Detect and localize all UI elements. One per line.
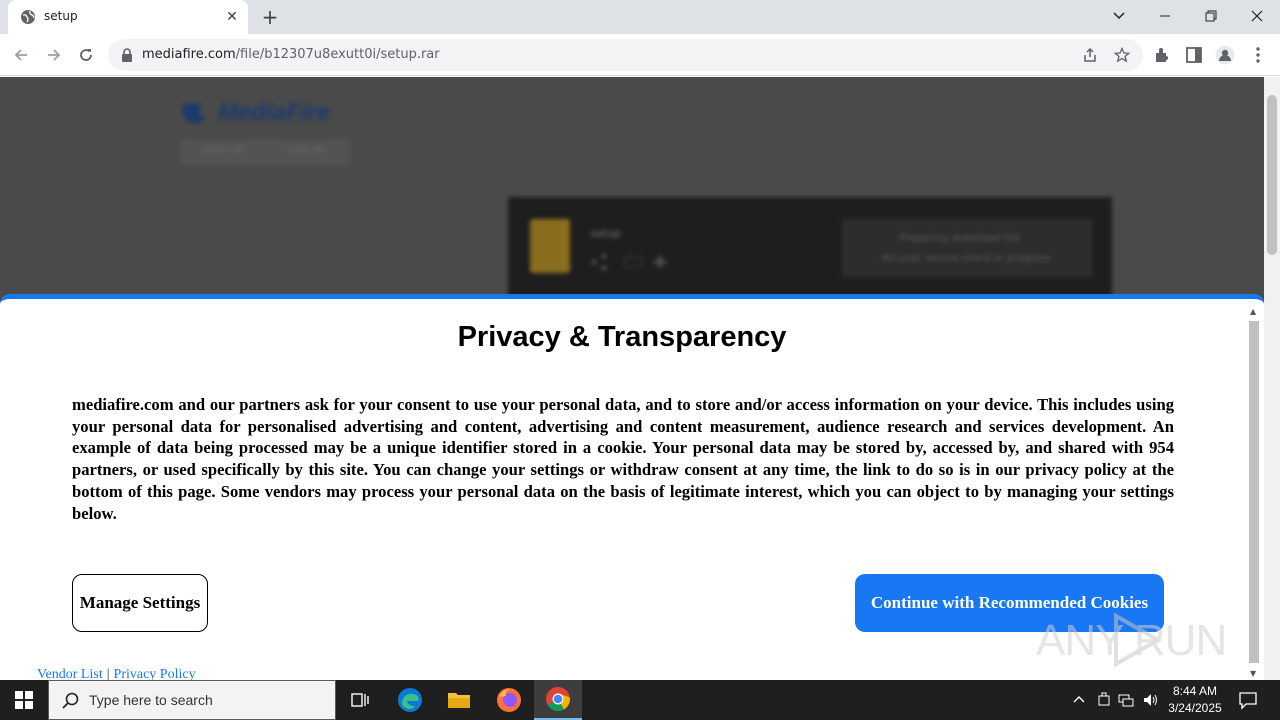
anyrun-watermark: ANY RUN <box>1036 608 1236 672</box>
manage-settings-button[interactable]: Manage Settings <box>72 574 208 632</box>
tab-strip: setup ✕ + <box>0 0 1280 34</box>
restore-button[interactable] <box>1197 4 1225 28</box>
search-icon <box>62 692 79 709</box>
firefox-app[interactable] <box>485 680 533 720</box>
restore-icon <box>1205 10 1217 22</box>
usb-device-icon[interactable] <box>1096 692 1112 708</box>
scroll-up-icon[interactable]: ▲ <box>1250 307 1256 316</box>
privacy-policy-link[interactable]: Privacy Policy <box>114 667 196 680</box>
chevron-up-icon[interactable] <box>1071 692 1087 708</box>
file-action-icons <box>591 253 666 271</box>
link-separator: | <box>106 667 110 680</box>
lock-icon[interactable] <box>120 47 134 63</box>
kebab-menu-icon[interactable] <box>1248 45 1268 65</box>
star-icon[interactable] <box>1114 47 1130 63</box>
search-placeholder: Type here to search <box>89 692 213 708</box>
task-view-button[interactable] <box>336 680 384 720</box>
close-window-button[interactable] <box>1243 4 1271 28</box>
mediafire-nav: SIGN UP LOG IN <box>180 139 350 165</box>
download-line-1: Preparing download link <box>900 233 1021 244</box>
url-host: mediafire.com <box>142 47 236 62</box>
file-explorer-app[interactable] <box>435 680 483 720</box>
scroll-down-icon[interactable]: ▼ <box>1250 669 1256 678</box>
play-logo-icon <box>1114 612 1163 668</box>
browser-toolbar: mediafire.com/file/b12307u8exutt0i/setup… <box>0 34 1280 76</box>
profile-icon[interactable] <box>1215 45 1235 65</box>
volume-icon[interactable] <box>1142 692 1158 708</box>
reload-button[interactable] <box>74 43 98 67</box>
consent-body: mediafire.com and our partners ask for y… <box>72 395 1174 523</box>
nav-login[interactable]: LOG IN <box>288 145 322 156</box>
consent-scrollbar[interactable]: ▲ ▼ <box>1248 307 1260 678</box>
arrow-right-icon <box>48 49 61 61</box>
consent-title: Privacy & Transparency <box>457 321 787 353</box>
side-panel-icon[interactable] <box>1184 45 1204 65</box>
taskbar-clock[interactable]: 8:44 AM 3/24/2025 <box>1160 683 1230 717</box>
page-content: MediaFire SIGN UP LOG IN setup Preparing… <box>0 77 1264 680</box>
mediafire-logo-icon <box>182 103 209 124</box>
url-text: mediafire.com/file/b12307u8exutt0i/setup… <box>142 47 440 62</box>
minimize-icon <box>1160 15 1170 17</box>
share-icon[interactable] <box>1082 47 1098 63</box>
network-icon[interactable] <box>1118 692 1134 708</box>
forward-button[interactable] <box>42 43 66 67</box>
nav-signup[interactable]: SIGN UP <box>202 145 243 156</box>
taskbar-search[interactable]: Type here to search <box>48 680 336 720</box>
minimize-button[interactable] <box>1151 4 1179 28</box>
browser-tab[interactable]: setup ✕ <box>8 0 248 34</box>
tab-title: setup <box>44 9 78 23</box>
folder-icon <box>448 693 470 708</box>
clock-date: 3/24/2025 <box>1168 701 1222 715</box>
mediafire-logo: MediaFire <box>178 97 358 127</box>
arrow-left-icon <box>14 49 27 61</box>
new-tab-button[interactable]: + <box>258 5 282 29</box>
address-bar[interactable]: mediafire.com/file/b12307u8exutt0i/setup… <box>108 39 1143 71</box>
mediafire-logo-text: MediaFire <box>218 99 331 126</box>
task-view-icon <box>351 693 369 707</box>
consent-links: Vendor List | Privacy Policy <box>37 667 196 680</box>
chevron-down-icon <box>1113 12 1125 20</box>
windows-taskbar: Type here to search 8:44 AM 3/24/2025 <box>0 680 1280 720</box>
page-scroll-thumb[interactable] <box>1267 95 1277 255</box>
close-icon <box>1251 10 1263 22</box>
tab-search-button[interactable] <box>1105 4 1133 28</box>
download-button[interactable]: Preparing download link No cost, secure … <box>842 219 1092 277</box>
page-scrollbar[interactable] <box>1264 77 1280 680</box>
notification-icon[interactable] <box>1238 690 1258 710</box>
globe-icon <box>21 10 35 24</box>
edge-icon <box>398 688 422 712</box>
tab-close-icon[interactable]: ✕ <box>222 7 242 27</box>
reload-icon <box>80 49 92 61</box>
edge-app[interactable] <box>386 680 434 720</box>
vendor-list-link[interactable]: Vendor List <box>37 667 103 680</box>
file-icon <box>530 219 570 273</box>
firefox-icon <box>497 688 521 712</box>
download-card: setup Preparing download link No cost, s… <box>508 197 1112 307</box>
consent-scroll-thumb[interactable] <box>1249 321 1259 663</box>
windows-logo-icon <box>15 691 33 709</box>
download-line-2: No cost, secure check in progress <box>882 253 1051 264</box>
start-button[interactable] <box>0 680 48 720</box>
chrome-icon <box>546 687 570 712</box>
file-name: setup <box>590 227 621 240</box>
chrome-app[interactable] <box>534 680 582 720</box>
url-path: /file/b12307u8exutt0i/setup.rar <box>235 47 440 62</box>
clock-time: 8:44 AM <box>1172 684 1218 698</box>
back-button[interactable] <box>9 43 33 67</box>
extensions-icon[interactable] <box>1152 45 1172 65</box>
